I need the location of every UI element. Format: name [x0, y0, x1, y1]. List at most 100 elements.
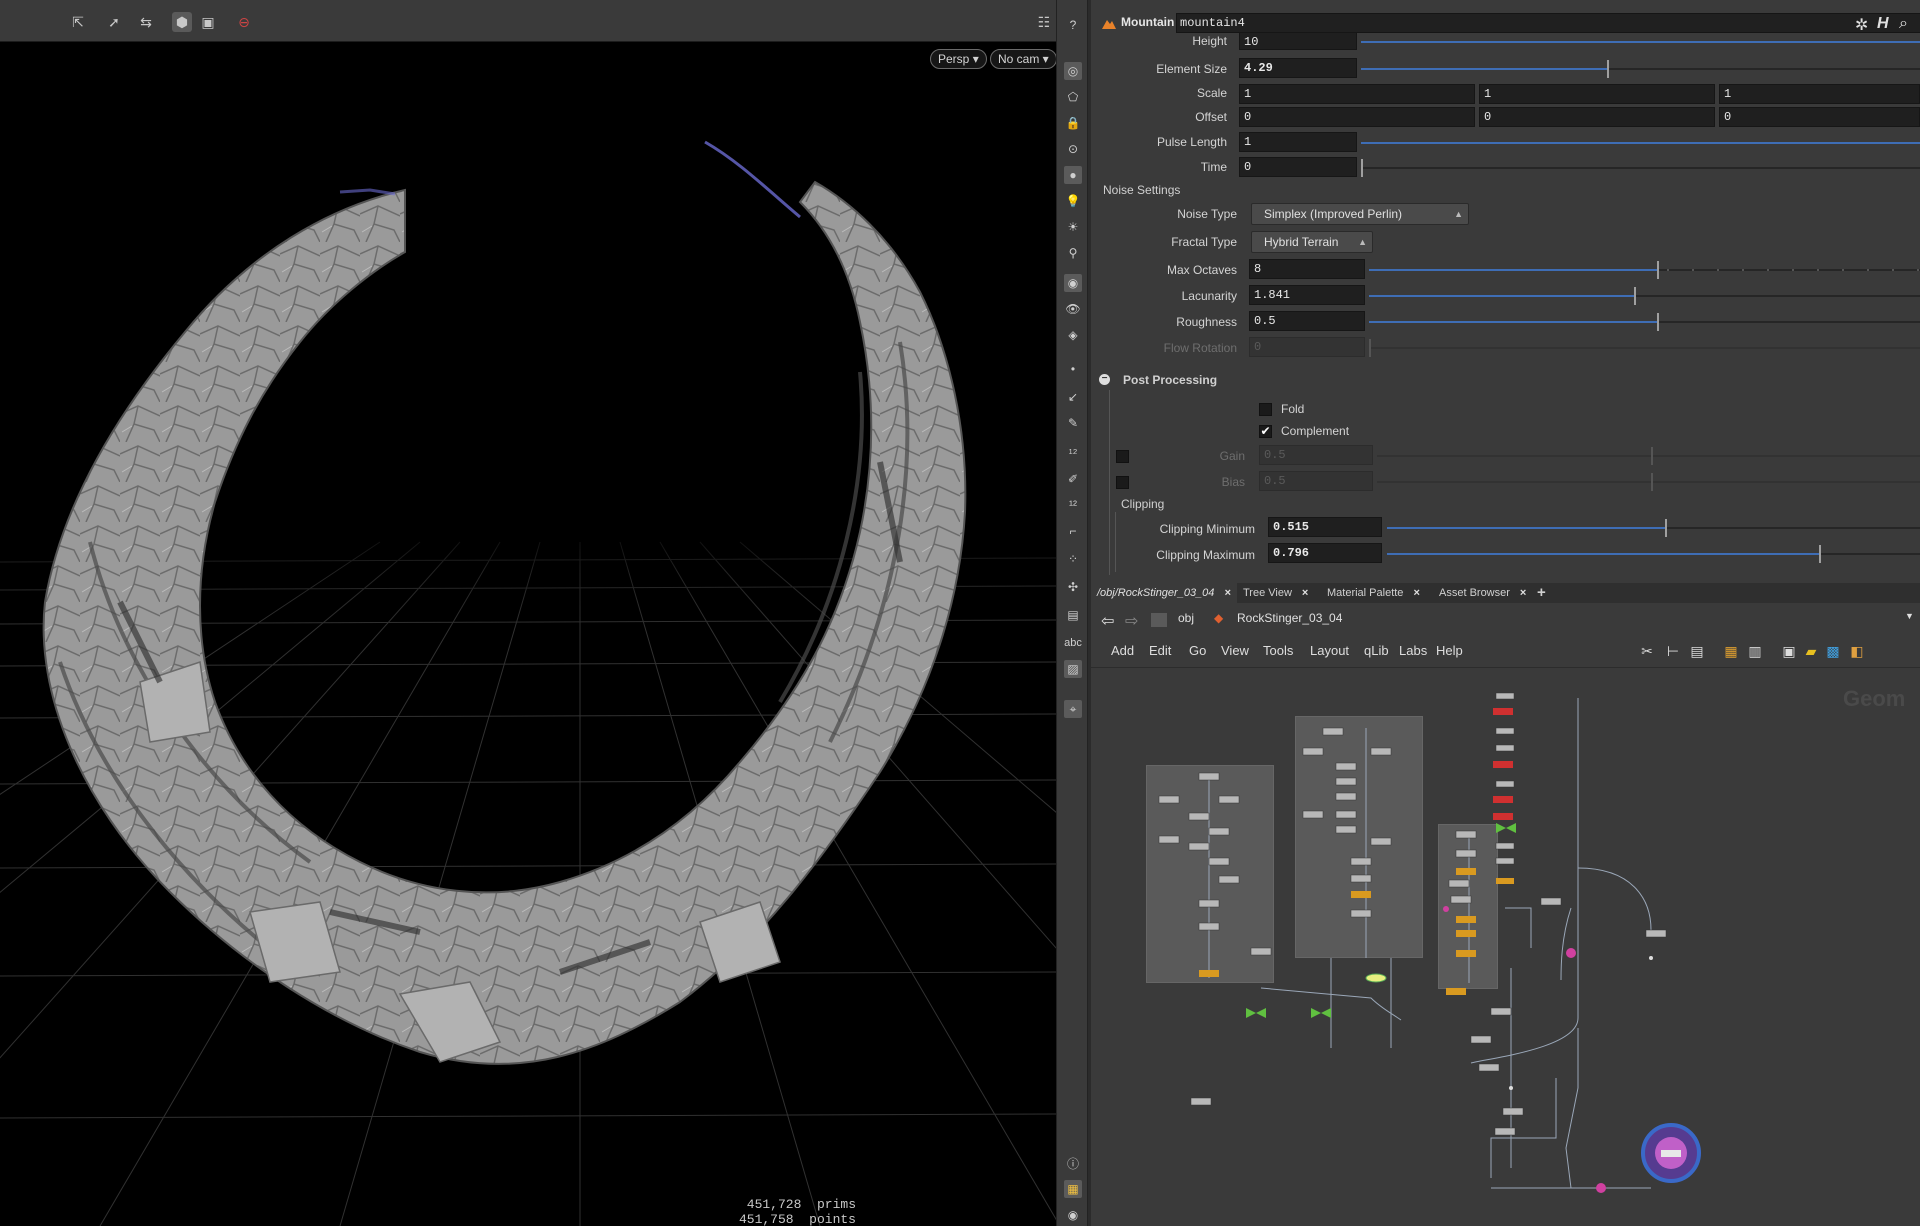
- pulse-length-slider[interactable]: [1361, 142, 1920, 144]
- close-tab-icon[interactable]: ×: [1413, 587, 1419, 599]
- camera-select-dropdown[interactable]: No cam ▾: [990, 49, 1056, 69]
- grid-view-icon[interactable]: ▦: [1721, 641, 1741, 661]
- fold-checkbox[interactable]: [1259, 403, 1272, 416]
- tab-tree-view[interactable]: Tree View ×: [1237, 583, 1321, 603]
- select-pointer-icon[interactable]: ➚: [104, 12, 124, 32]
- fractal-type-menu[interactable]: Hybrid Terrain ▲: [1251, 231, 1373, 253]
- scale-z-field[interactable]: 1: [1719, 84, 1920, 104]
- path-rockstinger[interactable]: RockStinger_03_04: [1237, 611, 1342, 625]
- height-field[interactable]: 10: [1239, 32, 1357, 50]
- record-icon[interactable]: ⊖: [234, 12, 254, 32]
- snapping-icon[interactable]: ⬢: [172, 12, 192, 32]
- max-octaves-slider[interactable]: [1369, 261, 1920, 279]
- complement-checkbox[interactable]: ✔: [1259, 425, 1272, 438]
- menu-view[interactable]: View: [1221, 643, 1249, 658]
- back-arrow-icon[interactable]: ⇦: [1101, 611, 1114, 631]
- clip-min-slider[interactable]: [1387, 519, 1920, 537]
- lacunarity-slider[interactable]: [1369, 287, 1920, 305]
- roughness-slider[interactable]: [1369, 313, 1920, 331]
- path-obj[interactable]: obj: [1178, 611, 1194, 625]
- layout-grid-icon[interactable]: ▦: [1064, 1180, 1082, 1198]
- camera-view-dropdown[interactable]: Persp ▾: [930, 49, 987, 69]
- pen-icon[interactable]: ✎: [1064, 414, 1082, 432]
- grid-points-icon[interactable]: ⁘: [1064, 550, 1082, 568]
- time-slider[interactable]: [1361, 159, 1920, 177]
- search-icon[interactable]: ⌕: [1899, 15, 1908, 33]
- visibility-icon[interactable]: 👁: [1064, 300, 1082, 318]
- frame-icon[interactable]: ▤: [1064, 606, 1082, 624]
- number-icon[interactable]: ₁₂: [1064, 440, 1082, 458]
- node-name-field[interactable]: mountain4: [1176, 13, 1920, 33]
- menu-labs[interactable]: Labs: [1399, 643, 1427, 658]
- headlight-icon[interactable]: ⚲: [1064, 244, 1082, 262]
- path-dropdown-icon[interactable]: ▼: [1905, 611, 1914, 621]
- collapse-icon[interactable]: −: [1099, 374, 1110, 385]
- select-tool-icon[interactable]: ⇱: [68, 12, 88, 32]
- tab-asset-browser[interactable]: Asset Browser ×: [1433, 583, 1531, 603]
- vertex-icon[interactable]: ✣: [1064, 578, 1082, 596]
- wrench-icon[interactable]: ✂: [1637, 641, 1657, 661]
- point-icon[interactable]: •: [1064, 360, 1082, 378]
- camera-icon[interactable]: ◉: [1064, 274, 1082, 292]
- shading-icon[interactable]: ◈: [1064, 326, 1082, 344]
- eye-icon[interactable]: ◉: [1064, 1206, 1082, 1224]
- height-slider[interactable]: [1361, 41, 1920, 43]
- scale-x-field[interactable]: 1: [1239, 84, 1475, 104]
- clip-min-field[interactable]: 0.515: [1268, 517, 1382, 537]
- roughness-field[interactable]: 0.5: [1249, 311, 1365, 331]
- display-icon[interactable]: ▣: [198, 12, 218, 32]
- 3d-viewport[interactable]: ⇱ ➚ ⇆ ⬢ ▣ ⊖ ☷ Persp ▾ No cam ▾ 451,728 p…: [0, 0, 1056, 1226]
- transform-tool-icon[interactable]: ⇆: [136, 12, 156, 32]
- post-processing-heading[interactable]: Post Processing: [1123, 373, 1217, 387]
- add-tab-icon[interactable]: +: [1531, 583, 1552, 603]
- tree-icon[interactable]: ⊢: [1663, 641, 1683, 661]
- brush-icon[interactable]: ✐: [1064, 470, 1082, 488]
- offset-y-field[interactable]: 0: [1479, 107, 1715, 127]
- help-icon[interactable]: ?: [1064, 16, 1082, 34]
- noise-type-menu[interactable]: Simplex (Improved Perlin) ▲: [1251, 203, 1469, 225]
- close-tab-icon[interactable]: ×: [1520, 587, 1526, 599]
- ghost-icon[interactable]: ⬠: [1064, 88, 1082, 106]
- light-on-icon[interactable]: ☀: [1064, 218, 1082, 236]
- table-icon[interactable]: ▥: [1745, 641, 1765, 661]
- close-tab-icon[interactable]: ×: [1302, 587, 1308, 599]
- offset-x-field[interactable]: 0: [1239, 107, 1475, 127]
- sphere-icon[interactable]: ●: [1064, 166, 1082, 184]
- pin-icon[interactable]: ⊙: [1064, 140, 1082, 158]
- palette-icon[interactable]: ◧: [1847, 641, 1867, 661]
- tab-material-palette[interactable]: Material Palette ×: [1321, 583, 1433, 603]
- network-canvas[interactable]: Geom: [1091, 667, 1920, 1226]
- background-image-icon[interactable]: ▨: [1064, 660, 1082, 678]
- light-icon[interactable]: 💡: [1064, 192, 1082, 210]
- menu-help[interactable]: Help: [1436, 643, 1463, 658]
- menu-go[interactable]: Go: [1189, 643, 1206, 658]
- display-options-icon[interactable]: ◎: [1064, 62, 1082, 80]
- offset-z-field[interactable]: 0: [1719, 107, 1920, 127]
- view-options-icon[interactable]: ☷: [1034, 12, 1054, 32]
- max-octaves-field[interactable]: 8: [1249, 259, 1365, 279]
- text-abc-icon[interactable]: abc: [1064, 634, 1082, 652]
- location-icon[interactable]: ⌖: [1064, 700, 1082, 718]
- curve-icon[interactable]: ↙: [1064, 388, 1082, 406]
- gear-icon[interactable]: ✲: [1855, 15, 1868, 35]
- image-icon[interactable]: ▩: [1823, 641, 1843, 661]
- pulse-length-field[interactable]: 1: [1239, 132, 1357, 152]
- lacunarity-field[interactable]: 1.841: [1249, 285, 1365, 305]
- edge-number-icon[interactable]: ¹²: [1064, 496, 1082, 514]
- close-tab-icon[interactable]: ×: [1224, 587, 1230, 599]
- menu-qlib[interactable]: qLib: [1364, 643, 1389, 658]
- lock-icon[interactable]: 🔒: [1064, 114, 1082, 132]
- menu-add[interactable]: Add: [1111, 643, 1134, 658]
- forward-arrow-icon[interactable]: ⇨: [1125, 611, 1138, 631]
- help-h-icon[interactable]: H: [1877, 15, 1889, 33]
- network-box-icon[interactable]: ▣: [1779, 641, 1799, 661]
- info-icon[interactable]: ⓘ: [1064, 1154, 1082, 1172]
- menu-tools[interactable]: Tools: [1263, 643, 1293, 658]
- tab-network-path[interactable]: /obj/RockStinger_03_04 ×: [1091, 583, 1237, 603]
- menu-layout[interactable]: Layout: [1310, 643, 1349, 658]
- normal-icon[interactable]: ⌐: [1064, 522, 1082, 540]
- list-icon[interactable]: ▤: [1687, 641, 1707, 661]
- sticky-note-icon[interactable]: ▰: [1801, 641, 1821, 661]
- menu-edit[interactable]: Edit: [1149, 643, 1171, 658]
- clip-max-slider[interactable]: [1387, 545, 1920, 563]
